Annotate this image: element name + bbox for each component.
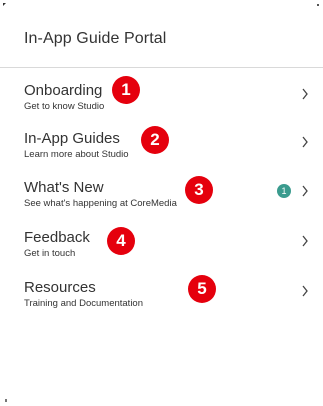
step-number-badge: 5 [188, 275, 216, 303]
step-number-badge: 3 [185, 176, 213, 204]
menu-item-title: In-App Guides [24, 130, 120, 147]
menu-item-title: Resources [24, 279, 96, 296]
menu-item-onboarding[interactable]: Onboarding Get to know Studio 1 [0, 76, 323, 132]
chevron-right-icon [302, 136, 308, 148]
menu-item-title: Onboarding [24, 82, 103, 99]
menu-item-resources[interactable]: Resources Training and Documentation 5 [0, 275, 323, 329]
chevron-right-icon [302, 185, 308, 197]
step-number-badge: 1 [112, 76, 140, 104]
menu-item-whats-new[interactable]: What's New See what's happening at CoreM… [0, 176, 323, 229]
menu-item-feedback[interactable]: Feedback Get in touch 4 [0, 227, 323, 279]
menu-item-subtitle: Training and Documentation [24, 298, 143, 309]
step-number-badge: 2 [141, 126, 169, 154]
menu-item-in-app-guides[interactable]: In-App Guides Learn more about Studio 2 [0, 126, 323, 180]
menu-item-title: Feedback [24, 229, 90, 246]
menu-item-subtitle: See what's happening at CoreMedia [24, 198, 177, 209]
chevron-right-icon [302, 88, 308, 100]
menu-item-subtitle: Get in touch [24, 248, 76, 259]
menu-item-subtitle: Learn more about Studio [24, 149, 129, 160]
step-number-badge: 4 [107, 227, 135, 255]
menu-item-title: What's New [24, 179, 104, 196]
chevron-right-icon [302, 235, 308, 247]
notification-count-badge: 1 [277, 184, 291, 198]
menu-item-subtitle: Get to know Studio [24, 101, 105, 112]
window-corner-mark [5, 399, 7, 402]
portal-header: In-App Guide Portal [0, 0, 323, 68]
chevron-right-icon [302, 285, 308, 297]
page-title: In-App Guide Portal [24, 30, 167, 47]
